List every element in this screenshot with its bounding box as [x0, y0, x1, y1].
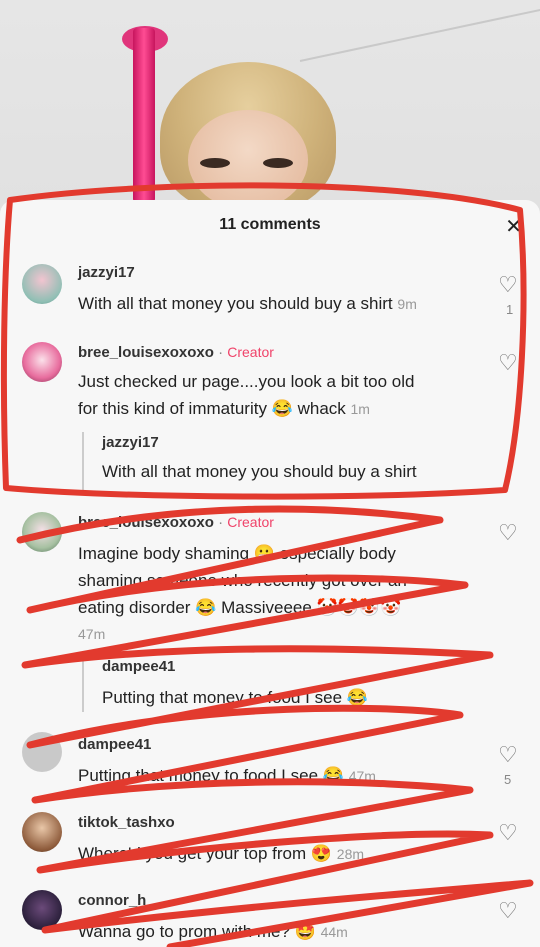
separator-dot: · — [218, 344, 224, 361]
comments-sheet: 11 comments ✕ jazzyi17 With all that mon… — [0, 200, 540, 947]
comment-username[interactable]: jazzyi17 — [78, 264, 135, 281]
laughing-emoji: 😂 — [322, 766, 344, 785]
comment-username[interactable]: bree_louisexoxoxo · Creator — [78, 344, 274, 361]
like-heart-icon[interactable]: ♡ — [498, 820, 518, 846]
comment-time: 44m — [320, 924, 348, 940]
comments-count-title: 11 comments — [219, 216, 321, 233]
creator-badge: Creator — [227, 514, 274, 530]
comment-body: With all that money you should buy a shi… — [78, 294, 393, 313]
like-count: 1 — [506, 302, 514, 317]
star-struck-emoji: 🤩 — [294, 922, 316, 941]
like-heart-icon[interactable]: ♡ — [498, 350, 518, 376]
comment-segment: for this kind of immaturity — [78, 399, 267, 418]
comment-username[interactable]: bree_louisexoxoxo · Creator — [78, 514, 274, 531]
separator-dot: · — [218, 514, 224, 531]
quote-bar — [82, 432, 84, 490]
comment-time: 28m — [336, 846, 365, 862]
like-heart-icon[interactable]: ♡ — [498, 742, 518, 768]
person-eye-left — [200, 158, 230, 168]
quoted-text: With all that money you should buy a shi… — [102, 462, 417, 481]
laughing-emoji: 😂 — [271, 399, 293, 418]
comment-line: Imagine body shaming 😬 especially body — [78, 544, 396, 563]
like-heart-icon[interactable]: ♡ — [498, 520, 518, 546]
avatar[interactable] — [22, 890, 62, 930]
comment-body: Wanna go to prom with me? — [78, 922, 290, 941]
comment-text: Just checked ur page....you look a bit t… — [78, 368, 498, 423]
close-icon[interactable]: ✕ — [505, 214, 522, 239]
comment-line-2: for this kind of immaturity 😂 whack 1m — [78, 395, 498, 423]
like-heart-icon[interactable]: ♡ — [498, 898, 518, 924]
comment-segment: Massiveeee — [221, 598, 312, 617]
comment-segment: eating disorder — [78, 598, 191, 617]
comment-line-2: shaming someone who recently got over an — [78, 571, 407, 590]
comment-text: With all that money you should buy a shi… — [78, 290, 417, 318]
comment-text: Putting that money to food I see 😂 47m — [78, 762, 376, 790]
avatar[interactable] — [22, 342, 62, 382]
like-count: 5 — [504, 772, 512, 787]
comment-time: 1m — [350, 401, 370, 417]
avatar[interactable] — [22, 512, 62, 552]
comment-body: Putting that money to food I see — [78, 766, 319, 785]
comment-time: 47m — [348, 768, 376, 784]
quoted-text: Putting that money to food I see 😂 — [102, 688, 368, 707]
comment-time: 9m — [397, 296, 417, 312]
heart-eyes-emoji: 😍 — [310, 844, 333, 863]
username-text: bree_louisexoxoxo — [78, 344, 214, 361]
person-eye-right — [263, 158, 293, 168]
comment-segment: whack — [297, 399, 346, 418]
avatar[interactable] — [22, 264, 62, 304]
quoted-username: dampee41 — [102, 658, 176, 675]
quote-bar — [82, 652, 84, 712]
like-heart-icon[interactable]: ♡ — [498, 272, 518, 298]
quoted-body: Putting that money to food I see — [102, 688, 343, 707]
comment-line: Just checked ur page....you look a bit t… — [78, 372, 415, 391]
comment-username[interactable]: connor_h — [78, 892, 146, 909]
comment-text: Imagine body shaming 😬 especially body s… — [78, 540, 498, 648]
quoted-username: jazzyi17 — [102, 434, 159, 451]
pink-pole — [133, 28, 155, 203]
comment-line-3: eating disorder 😂 Massiveeee 🤡🤡🤡🤡 — [78, 598, 402, 617]
comment-username[interactable]: dampee41 — [78, 736, 151, 753]
comment-segment: especially body — [279, 544, 396, 563]
comment-body: Where'd you get your top from — [78, 844, 307, 863]
comment-time: 47m — [78, 626, 106, 642]
comment-segment: Imagine body shaming — [78, 544, 250, 563]
creator-badge: Creator — [227, 344, 274, 360]
avatar[interactable] — [22, 732, 62, 772]
comment-username[interactable]: tiktok_tashxo — [78, 814, 175, 831]
comment-text: Wanna go to prom with me? 🤩 44m — [78, 918, 348, 946]
ceiling-edge — [299, 5, 540, 62]
avatar[interactable] — [22, 812, 62, 852]
comment-text: Where'd you get your top from 😍 28m — [78, 840, 364, 868]
username-text: bree_louisexoxoxo — [78, 514, 214, 531]
